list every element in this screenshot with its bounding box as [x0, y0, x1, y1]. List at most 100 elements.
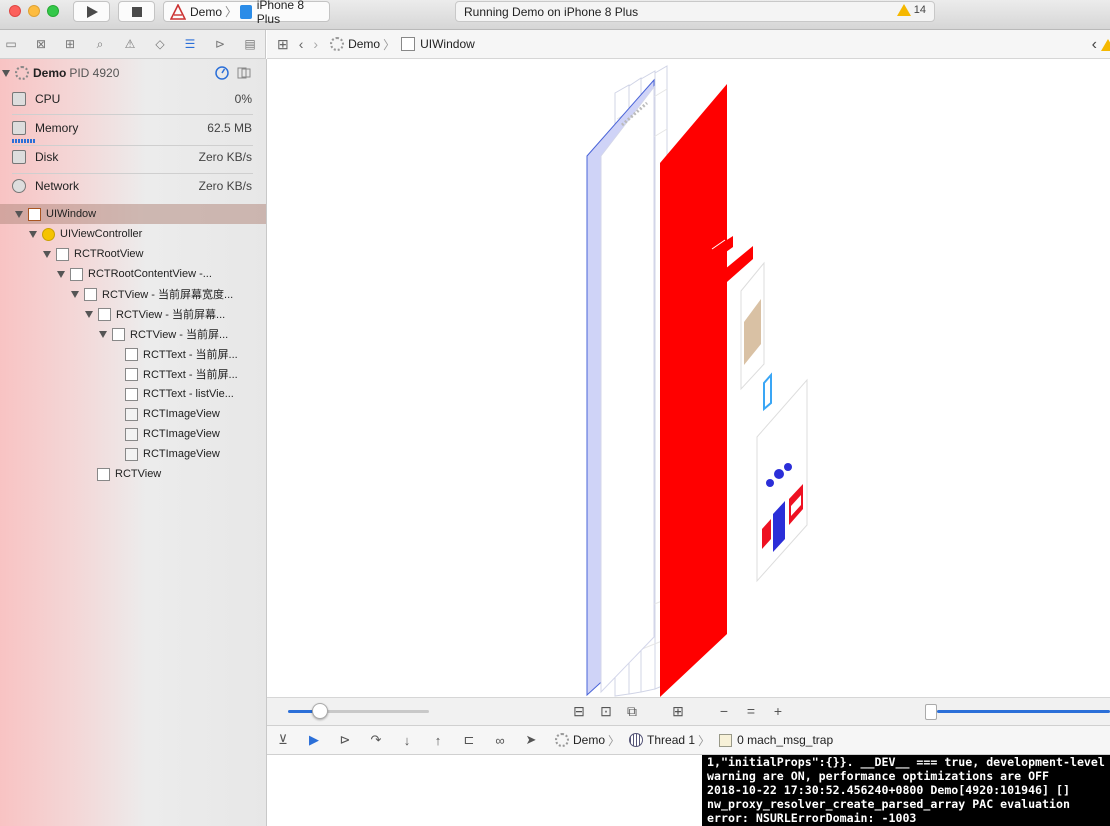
tree-item-rctimageview[interactable]: RCTImageView [125, 444, 220, 464]
breadcrumb-label: Thread 1 [647, 733, 696, 747]
disclosure-triangle-icon[interactable] [71, 290, 79, 298]
debug-bar: ⊻ ▶ ⊳ ↷ ↓ ↑ ⊏ ∞ ➤ Demo 〉 Thread 1 〉 0 ma… [267, 725, 1110, 755]
chevron-right-icon: 〉 [608, 733, 621, 748]
zoom-out-icon[interactable]: − [716, 703, 732, 719]
memory-gauge[interactable]: Memory 62.5 MB [12, 118, 252, 138]
view-debugger-canvas[interactable] [267, 59, 1110, 697]
console-line: error: NSURLErrorDomain: -1003 [707, 811, 917, 825]
debug-view-hierarchy-icon[interactable]: ⊏ [461, 732, 477, 748]
test-navigator-diamond-icon[interactable]: ◇ [153, 37, 167, 51]
related-items-grid-icon[interactable]: ⊞ [277, 36, 289, 53]
breakpoint-navigator-icon[interactable]: ⊳ [213, 37, 227, 51]
stop-button[interactable] [118, 1, 155, 22]
disclosure-triangle-icon[interactable] [43, 250, 51, 258]
gauge-value: Zero KB/s [198, 179, 252, 193]
adjust-view-mode-icon[interactable]: ⧉ [624, 703, 640, 719]
breadcrumb-item[interactable]: UIWindow [401, 37, 475, 51]
spacing-slider-knob[interactable] [312, 703, 328, 719]
breadcrumb-label: Demo [348, 37, 381, 51]
tree-item-rctview[interactable]: RCTView - 当前屏幕宽度... [71, 284, 233, 304]
warnings-indicator[interactable]: 14 [896, 4, 926, 16]
disclosure-triangle-icon[interactable] [99, 330, 107, 338]
tree-item-label: RCTImageView [143, 408, 220, 420]
orient-3d-icon[interactable]: ⊞ [670, 703, 686, 719]
debug-navigator-icon[interactable]: ☰ [183, 37, 197, 51]
debug-memory-graph-icon[interactable]: ∞ [492, 733, 508, 748]
run-button[interactable] [73, 1, 110, 22]
breadcrumb-item[interactable]: Demo [555, 733, 605, 747]
simulator-device-icon [240, 4, 252, 19]
logo-image-view-layer [756, 378, 808, 583]
actual-size-icon[interactable]: = [743, 703, 759, 719]
show-constraints-icon[interactable]: ⊡ [598, 703, 614, 719]
step-over-icon[interactable]: ↷ [368, 732, 384, 748]
scheme-app-label: Demo [190, 4, 223, 19]
process-header[interactable]: Demo PID 4920 [2, 66, 119, 80]
range-slider-track[interactable] [937, 710, 1110, 713]
breakpoints-toggle-icon[interactable]: ▶ [306, 732, 322, 748]
zoom-window-button[interactable] [47, 5, 59, 17]
zoom-in-icon[interactable]: + [770, 703, 786, 719]
disclosure-triangle-icon[interactable] [15, 210, 23, 218]
tree-item-rctrootview[interactable]: RCTRootView [43, 244, 144, 264]
simulate-location-icon[interactable]: ➤ [523, 732, 539, 748]
report-navigator-icon[interactable]: ▤ [243, 37, 257, 51]
back-chevron-icon[interactable]: ‹ [299, 36, 304, 52]
back-chevron-icon[interactable]: ‹ [1092, 37, 1097, 53]
image-view-icon [125, 447, 138, 461]
tree-item-rctimageview[interactable]: RCTImageView [125, 424, 220, 444]
debug-navigator: Demo PID 4920 CPU 0% Memory 62.5 MB Disk… [0, 59, 267, 826]
show-clipped-content-icon[interactable]: ⊟ [571, 703, 587, 719]
breadcrumb-item[interactable]: Thread 1 [629, 733, 695, 747]
tree-item-uiwindow[interactable]: UIWindow [0, 204, 266, 224]
gauge-value: Zero KB/s [198, 150, 252, 164]
tree-item-rctview[interactable]: RCTView [97, 464, 161, 484]
network-gauge[interactable]: Network Zero KB/s [12, 176, 252, 196]
step-out-icon[interactable]: ↑ [430, 733, 446, 748]
warning-icon[interactable] [1101, 39, 1110, 51]
scheme-selector[interactable]: Demo 〉 iPhone 8 Plus [163, 0, 330, 26]
project-navigator-folder-icon[interactable]: ▭ [4, 37, 18, 51]
gauge-value: 62.5 MB [207, 121, 252, 135]
tree-item-rcttext[interactable]: RCTText - 当前屏... [125, 364, 238, 384]
disclosure-triangle-icon[interactable] [85, 310, 93, 318]
tree-item-uiviewcontroller[interactable]: UIViewController [29, 224, 142, 244]
tree-item-rctrootcontentview[interactable]: RCTRootContentView -... [57, 264, 212, 284]
tree-item-rctimageview[interactable]: RCTImageView [125, 404, 220, 424]
view-hierarchy-icon[interactable] [237, 67, 251, 79]
continue-icon[interactable]: ⊳ [337, 732, 353, 748]
tree-item-rctview[interactable]: RCTView - 当前屏幕... [85, 304, 225, 324]
breadcrumb-item[interactable]: 0 mach_msg_trap [719, 733, 833, 747]
debug-gauge-icon[interactable] [215, 66, 229, 80]
cpu-gauge[interactable]: CPU 0% [12, 89, 252, 109]
process-pid: PID 4920 [69, 66, 120, 80]
breadcrumb-item[interactable]: Demo [330, 37, 380, 51]
tree-item-rctview[interactable]: RCTView - 当前屏... [99, 324, 228, 344]
disclosure-triangle-icon[interactable] [29, 230, 37, 238]
console-output[interactable]: 1,"initialProps":{}}. __DEV__ === true, … [702, 755, 1110, 826]
view-icon [70, 267, 83, 281]
step-into-icon[interactable]: ↓ [399, 733, 415, 748]
issue-navigator-warning-icon[interactable]: ⚠ [123, 37, 137, 51]
find-navigator-search-icon[interactable]: ⌕ [93, 37, 107, 51]
spacing-slider-track[interactable] [321, 710, 429, 713]
close-window-button[interactable] [9, 5, 21, 17]
jumpbar-right-controls: ‹ [1092, 37, 1110, 53]
disk-gauge[interactable]: Disk Zero KB/s [12, 147, 252, 167]
hide-debug-area-icon[interactable]: ⊻ [275, 732, 291, 748]
warning-icon [896, 4, 911, 16]
forward-chevron-icon[interactable]: › [313, 36, 318, 52]
symbol-navigator-icon[interactable]: ⊞ [63, 37, 77, 51]
source-control-navigator-icon[interactable]: ⊠ [34, 37, 48, 51]
tree-item-label: RCTView - 当前屏幕宽度... [102, 289, 234, 301]
variables-view[interactable] [267, 755, 702, 826]
range-slider-left-handle[interactable] [925, 704, 937, 720]
tree-item-rcttext[interactable]: RCTText - 当前屏... [125, 344, 238, 364]
tree-item-label: RCTRootView [74, 248, 144, 260]
tree-item-label: UIWindow [46, 208, 97, 220]
disclosure-triangle-icon[interactable] [2, 69, 10, 77]
tree-item-rcttext[interactable]: RCTText - listVie... [125, 384, 234, 404]
minimize-window-button[interactable] [28, 5, 40, 17]
tree-item-label: UIViewController [60, 228, 143, 240]
disclosure-triangle-icon[interactable] [57, 270, 65, 278]
